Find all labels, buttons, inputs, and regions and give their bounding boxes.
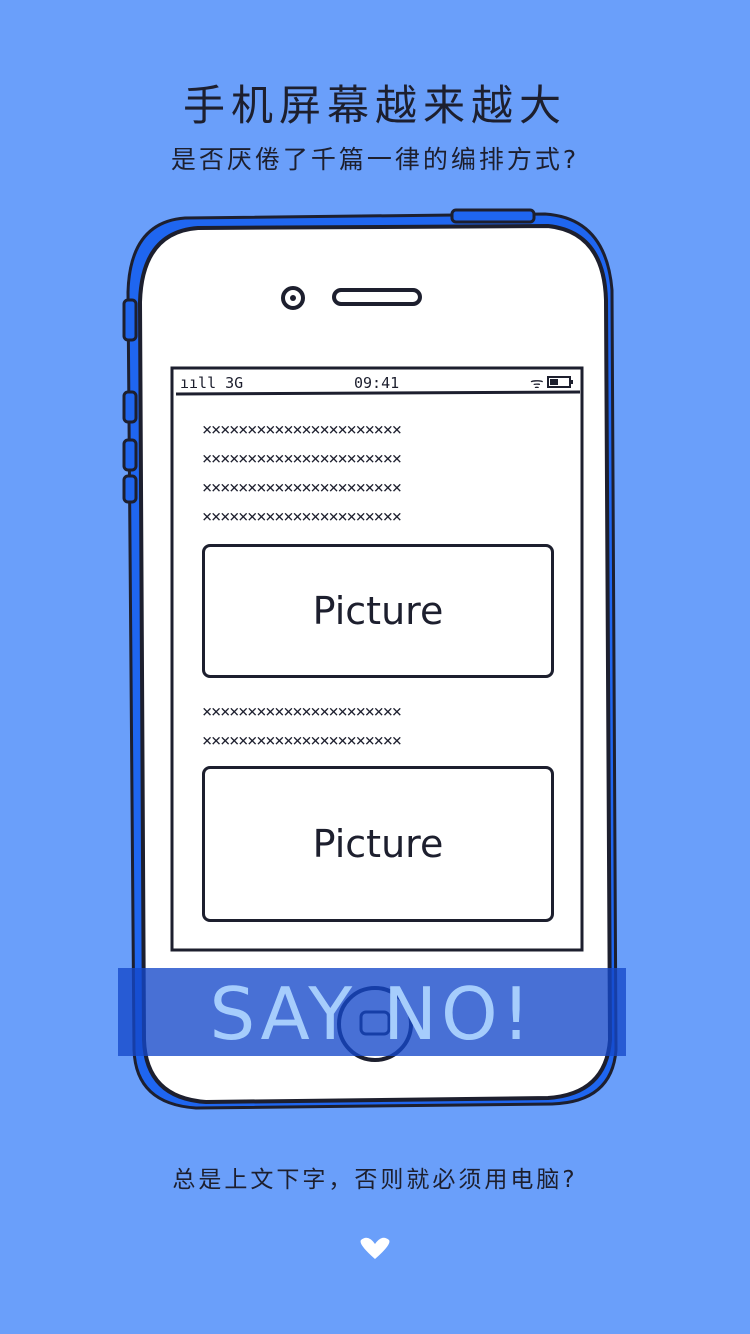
volume-button [122, 474, 138, 504]
power-button [450, 208, 536, 224]
say-no-text: SAY NO! [209, 972, 535, 1056]
wifi-glyph: ᯤ [530, 374, 544, 392]
bottom-caption: 总是上文下字，否则就必须用电脑? [172, 1167, 578, 1193]
signal-indicator: ııll 3G [180, 374, 243, 392]
picture-placeholder: Picture [202, 544, 554, 678]
placeholder-text-row: ×××××××××××××××××××××× [202, 731, 402, 751]
placeholder-text-row: ×××××××××××××××××××××× [202, 449, 402, 469]
phone-screen: ×××××××××××××××××××××× ×××××××××××××××××… [178, 398, 578, 944]
placeholder-text-row: ×××××××××××××××××××××× [202, 507, 402, 527]
status-time: 09:41 [354, 374, 399, 392]
picture-placeholder: Picture [202, 766, 554, 922]
status-bar-divider [175, 390, 581, 396]
placeholder-text-row: ×××××××××××××××××××××× [202, 702, 402, 722]
camera-lens [290, 295, 296, 301]
page: 手机屏幕越来越大 是否厌倦了千篇一律的编排方式? ııll 3G 09:41 ᯤ [0, 0, 750, 1334]
placeholder-text-row: ×××××××××××××××××××××× [202, 478, 402, 498]
chevron-down-icon[interactable] [356, 1232, 394, 1262]
speaker-icon [332, 288, 422, 306]
placeholder-text-row: ×××××××××××××××××××××× [202, 420, 402, 440]
volume-button [122, 298, 138, 342]
volume-button [122, 390, 138, 424]
volume-button [122, 438, 138, 472]
